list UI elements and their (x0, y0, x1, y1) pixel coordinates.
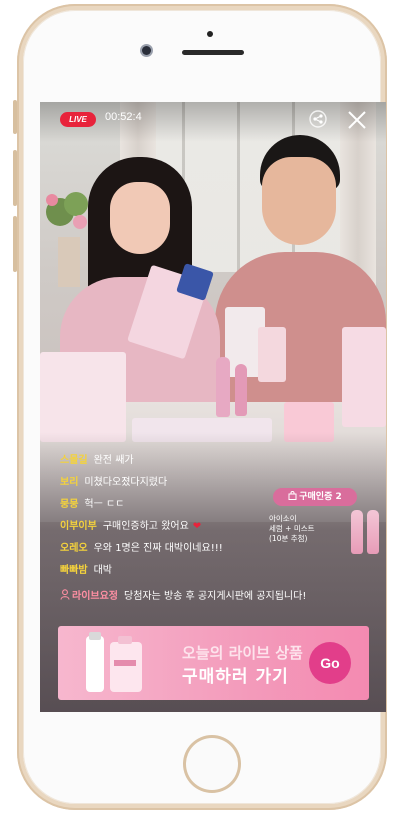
banner-product-image (86, 632, 142, 692)
product-card-bottle-1 (351, 510, 363, 554)
chat-message: 스몰길 완전 쌔가 (60, 450, 380, 472)
product-box-right (342, 327, 386, 427)
notice-message: 라이브요정 당첨자는 방송 후 공지게시판에 공지됩니다! (60, 586, 380, 608)
chat-username: 이부이부 (60, 521, 97, 532)
home-button[interactable] (183, 735, 241, 793)
banner-title: 오늘의 라이브 상품 (182, 644, 303, 662)
host-female-face (110, 182, 170, 254)
live-badge: LIVE (60, 112, 96, 127)
product-name: 아이소이 세럼 + 미스트 (10분 추첨) (269, 514, 329, 544)
close-icon[interactable] (346, 109, 368, 131)
chat-text: 헉ㅡ ㄷㄷ (84, 499, 125, 510)
share-icon[interactable] (308, 109, 328, 129)
chat-text: 미쳤다오졌다지렸다 (84, 477, 168, 488)
banner-subtitle: 구매하러 가기 (182, 667, 289, 687)
chat-text: 완전 쌔가 (93, 455, 134, 466)
product-bottle-2 (235, 364, 247, 416)
host-male-face (262, 157, 336, 245)
notice-text: 당첨자는 방송 후 공지게시판에 공지됩니다! (124, 591, 307, 602)
product-bottle-1 (216, 357, 230, 417)
front-sensor (207, 31, 213, 37)
product-box-center-2 (258, 327, 286, 382)
product-title: 세럼 + 미스트 (269, 524, 315, 533)
user-icon (60, 589, 70, 600)
chat-username: 보리 (60, 477, 79, 488)
product-box-left (40, 352, 126, 442)
mute-switch (13, 100, 17, 134)
volume-down-button (13, 216, 17, 272)
chat-text: 구매인증하고 왔어요 (102, 521, 189, 532)
product-brand: 아이소이 (269, 514, 297, 523)
product-card-bottle-2 (367, 510, 379, 554)
chat-message: 빠빠밤 대박 (60, 560, 380, 582)
go-button[interactable]: Go (309, 642, 351, 684)
chat-username: 뭉뭉 (60, 499, 79, 510)
product-card[interactable]: 아이소이 세럼 + 미스트 (10분 추첨) (255, 498, 386, 562)
chat-text: 대박 (93, 565, 113, 576)
broadcast-timer: 00:52:4 (105, 111, 142, 123)
purchase-banner[interactable]: 오늘의 라이브 상품 구매하러 가기 Go (58, 626, 369, 700)
live-stream-screen: LIVE 00:52:4 스몰길 완전 쌔가 보리 미쳤다오졌다지렸다 뭉뭉 헉ㅡ ㄷ… (40, 102, 386, 712)
heart-icon: ❤ (192, 521, 202, 532)
front-camera (142, 46, 151, 55)
notice-username: 라이브요정 (72, 591, 118, 602)
product-note: (10분 추첨) (269, 534, 308, 543)
chat-username: 스몰길 (60, 455, 88, 466)
chat-text: 우와 1명은 진짜 대박이네요!!! (93, 543, 223, 554)
earpiece-speaker (182, 50, 244, 55)
volume-up-button (13, 150, 17, 206)
chat-username: 빠빠밤 (60, 565, 88, 576)
chat-username: 오레오 (60, 543, 88, 554)
